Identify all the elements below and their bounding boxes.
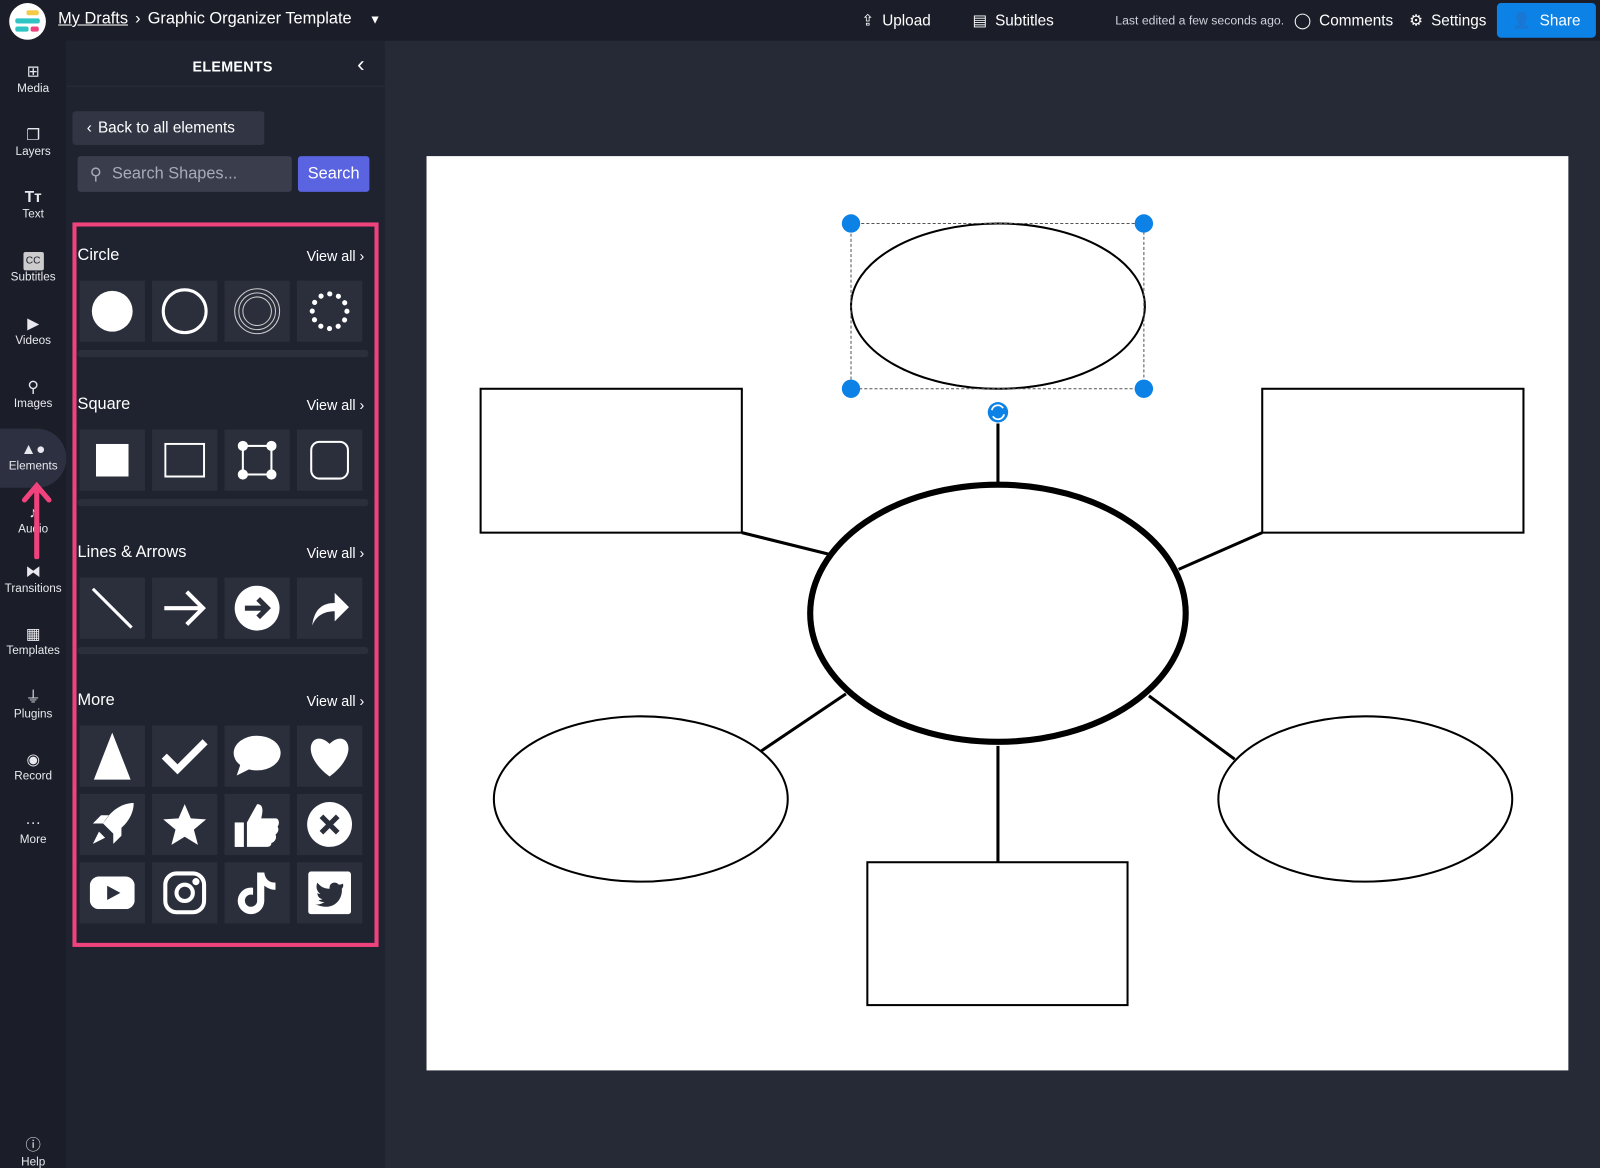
right-box[interactable]: [1261, 387, 1525, 534]
connector-line: [760, 692, 847, 753]
resize-handle[interactable]: [841, 379, 861, 398]
top-ellipse[interactable]: [849, 222, 1146, 390]
bottom-right-ellipse[interactable]: [1217, 715, 1514, 883]
resize-handle[interactable]: [1134, 379, 1154, 398]
connector-line: [741, 531, 829, 556]
resize-handle[interactable]: [1134, 214, 1154, 233]
center-ellipse[interactable]: [807, 481, 1189, 745]
graphic-organizer-diagram: [479, 214, 1525, 1007]
resize-handle[interactable]: [841, 214, 861, 233]
bottom-box[interactable]: [866, 861, 1129, 1007]
left-box[interactable]: [479, 387, 743, 534]
connector-line: [1148, 694, 1236, 761]
connector-line: [1177, 531, 1263, 571]
bottom-left-ellipse[interactable]: [492, 715, 789, 883]
